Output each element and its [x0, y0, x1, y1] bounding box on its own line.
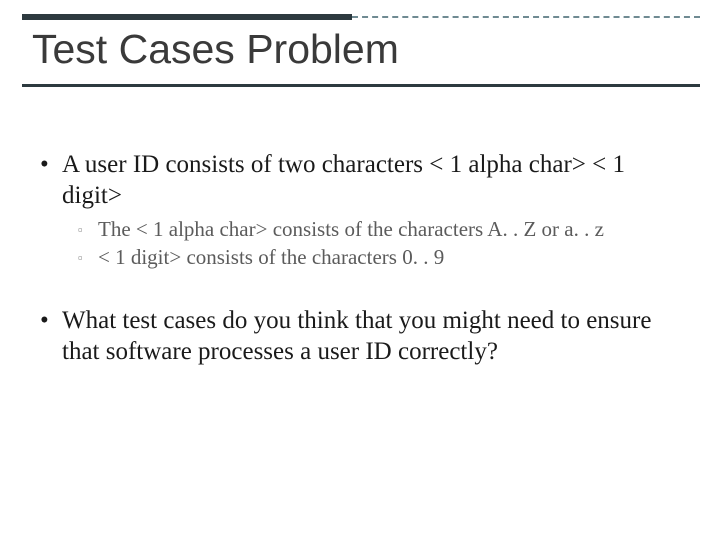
bullet-marker-dot-icon: •	[40, 150, 62, 211]
bullet-marker-dot-icon: •	[40, 306, 62, 367]
bullet-text: The < 1 alpha char> consists of the char…	[98, 217, 604, 243]
bullet-level2: ▫ < 1 digit> consists of the characters …	[78, 245, 680, 271]
bullet-marker-square-icon: ▫	[78, 217, 98, 243]
spacer	[40, 272, 680, 306]
bullet-level2: ▫ The < 1 alpha char> consists of the ch…	[78, 217, 680, 243]
bullet-text: < 1 digit> consists of the characters 0.…	[98, 245, 444, 271]
slide-title: Test Cases Problem	[32, 26, 399, 73]
bullet-text: What test cases do you think that you mi…	[62, 306, 680, 367]
title-underline	[22, 84, 700, 87]
top-bar-dashed	[352, 16, 700, 18]
slide: Test Cases Problem • A user ID consists …	[0, 0, 720, 540]
top-bar-dark	[22, 14, 352, 20]
top-decoration	[22, 14, 700, 20]
bullet-marker-square-icon: ▫	[78, 245, 98, 271]
bullet-text: A user ID consists of two characters < 1…	[62, 150, 680, 211]
bullet-level1: • What test cases do you think that you …	[40, 306, 680, 367]
bullet-level1: • A user ID consists of two characters <…	[40, 150, 680, 211]
slide-body: • A user ID consists of two characters <…	[40, 150, 680, 373]
